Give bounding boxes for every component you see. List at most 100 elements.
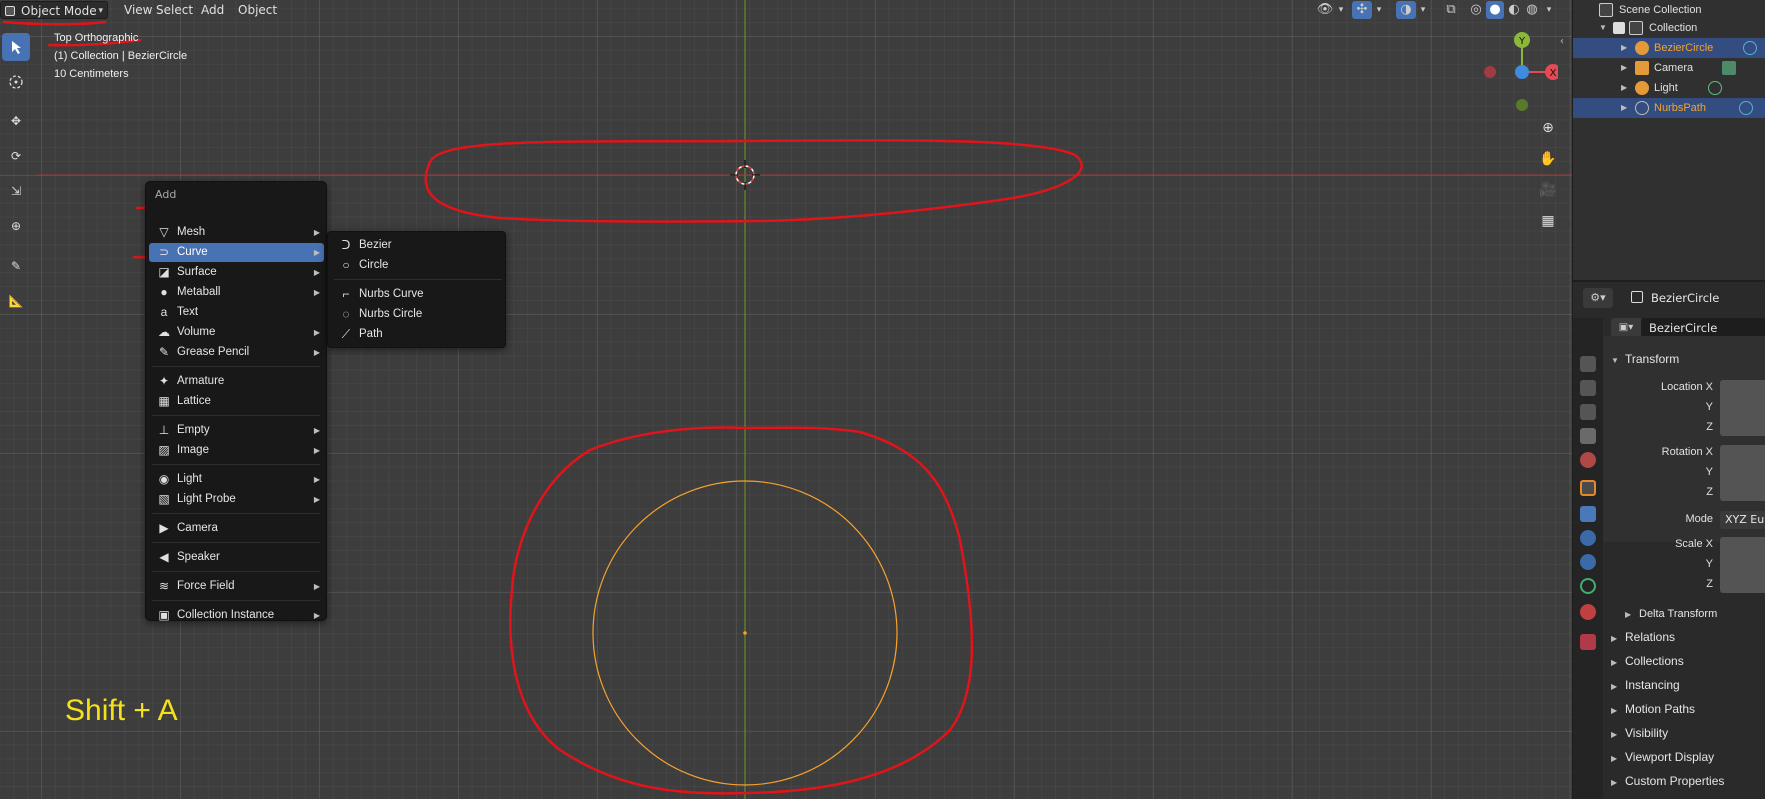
menu-select[interactable]: Select (151, 1, 198, 19)
scale-fields[interactable] (1720, 537, 1765, 593)
relations-section[interactable]: ▶ Relations (1611, 630, 1675, 644)
add-menu-item-empty[interactable]: ⊥ Empty ▶ (149, 421, 324, 440)
rotation-fields[interactable] (1720, 445, 1765, 501)
navigation-gizmo[interactable]: Y X (1478, 30, 1558, 120)
expand-arrow-icon[interactable]: ▶ (1621, 98, 1627, 118)
rotation-mode-dropdown[interactable]: XYZ Eul (1720, 511, 1765, 529)
add-menu-item-lattice[interactable]: ▦ Lattice (149, 392, 324, 411)
camera-view-icon[interactable]: 🎥 (1536, 178, 1560, 202)
add-menu-item-mesh[interactable]: ▽ Mesh ▶ (149, 223, 324, 242)
curve-submenu-item-nurbs-curve[interactable]: ⌐ Nurbs Curve (331, 285, 503, 304)
curve-submenu-item-nurbs-circle[interactable]: ◌ Nurbs Circle (331, 305, 503, 324)
rotate-tool-icon[interactable]: ⟳ (2, 142, 30, 170)
object-name-field[interactable]: BezierCircle (1641, 318, 1765, 338)
delta-transform-section[interactable]: ▶ Delta Transform (1625, 608, 1717, 620)
instancing-section[interactable]: ▶ Instancing (1611, 678, 1680, 692)
particles-tab-icon[interactable] (1580, 530, 1596, 546)
add-menu-item-grease-pencil[interactable]: ✎ Grease Pencil ▶ (149, 343, 324, 362)
datablock-browse-button[interactable]: ▣▾ (1611, 318, 1641, 338)
output-tab-icon[interactable] (1580, 380, 1596, 396)
modifier-tab-icon[interactable] (1580, 506, 1596, 522)
curve-submenu-item-path[interactable]: ⟋ Path (331, 325, 503, 344)
select-box-tool-icon[interactable] (2, 33, 30, 61)
expand-arrow-icon[interactable]: ▶ (1621, 78, 1627, 98)
transform-tool-icon[interactable]: ⊕ (2, 212, 30, 240)
transform-section-header[interactable]: ▼ Transform (1611, 352, 1679, 366)
move-tool-icon[interactable]: ✥ (2, 107, 30, 135)
outliner-collection[interactable]: ▼ Collection (1573, 18, 1765, 38)
add-menu-item-image[interactable]: ▨ Image ▶ (149, 441, 324, 460)
add-menu-item-speaker[interactable]: ◀ Speaker (149, 548, 324, 567)
gizmo-neg-x[interactable] (1484, 66, 1496, 78)
expand-arrow-icon[interactable]: ▶ (1621, 58, 1627, 78)
world-tab-icon[interactable] (1580, 452, 1596, 468)
add-menu-item-collection-instance[interactable]: ▣ Collection Instance ▶ (149, 606, 324, 625)
curve-submenu-item-bezier[interactable]: ᑐ Bezier (331, 236, 503, 255)
annotate-tool-icon[interactable]: ✎ (2, 252, 30, 280)
rendered-shading-icon[interactable]: ◍ (1524, 1, 1540, 19)
tool-tab-icon[interactable] (1580, 326, 1596, 342)
outliner-scene-collection[interactable]: Scene Collection (1573, 0, 1765, 20)
outliner-item-light[interactable]: ▶ Light (1573, 78, 1765, 98)
add-menu-item-camera[interactable]: ▶ Camera (149, 519, 324, 538)
expand-arrow-icon[interactable]: ▶ (1621, 38, 1627, 58)
gizmo-neg-y[interactable] (1516, 99, 1528, 111)
chevron-down-icon[interactable]: ▾ (1374, 1, 1384, 19)
viewport-display-section[interactable]: ▶ Viewport Display (1611, 750, 1714, 764)
object-tab-icon[interactable] (1580, 480, 1596, 496)
gizmo-z-axis[interactable] (1515, 65, 1529, 79)
material-tab-icon[interactable] (1580, 604, 1596, 620)
pan-hand-icon[interactable]: ✋ (1536, 147, 1560, 171)
add-menu-item-label: Surface (177, 266, 217, 278)
add-menu-item-metaball[interactable]: ● Metaball ▶ (149, 283, 324, 302)
add-menu-item-curve[interactable]: ⊃ Curve ▶ (149, 243, 324, 262)
measure-tool-icon[interactable]: 📐 (2, 287, 30, 315)
expand-arrow-icon[interactable]: ▼ (1599, 18, 1607, 38)
chevron-down-icon[interactable]: ▾ (1336, 1, 1346, 19)
scene-tab-icon[interactable] (1580, 428, 1596, 444)
object-mode-dropdown[interactable]: Object Mode ▾ (0, 1, 108, 19)
curve-data-tab-icon[interactable] (1580, 578, 1596, 594)
outliner-item-beziercircle[interactable]: ▶ BezierCircle (1573, 38, 1765, 58)
solid-shading-icon[interactable]: ● (1486, 1, 1504, 19)
physics-tab-icon[interactable] (1580, 554, 1596, 570)
perspective-grid-icon[interactable]: ▦ (1536, 209, 1560, 233)
editor-type-dropdown[interactable]: ⚙▾ (1583, 288, 1613, 308)
visibility-eye-icon[interactable]: 👁 (1316, 1, 1334, 19)
outliner-item-camera[interactable]: ▶ Camera (1573, 58, 1765, 78)
speaker-icon: ◀ (159, 550, 169, 564)
cursor-tool-icon[interactable] (2, 68, 30, 96)
add-menu-item-light-probe[interactable]: ▧ Light Probe ▶ (149, 490, 324, 509)
menu-object[interactable]: Object (233, 1, 282, 19)
gizmo-toggle-icon[interactable]: ✣ (1352, 1, 1372, 19)
chevron-down-icon[interactable]: ▾ (1544, 1, 1554, 19)
checkbox-icon[interactable] (1613, 22, 1625, 34)
zoom-icon[interactable]: ⊕ (1536, 116, 1560, 140)
view-layer-tab-icon[interactable] (1580, 404, 1596, 420)
collections-section[interactable]: ▶ Collections (1611, 654, 1684, 668)
texture-tab-icon[interactable] (1580, 634, 1596, 650)
overlays-toggle-icon[interactable]: ◑ (1396, 1, 1416, 19)
outliner-item-nurbspath[interactable]: ▶ NurbsPath (1573, 98, 1765, 118)
custom-properties-section[interactable]: ▶ Custom Properties (1611, 774, 1724, 788)
material-shading-icon[interactable]: ◐ (1506, 1, 1522, 19)
3d-viewport[interactable]: Object Mode ▾ View Select Add Object 👁 ▾… (0, 0, 1572, 799)
add-menu-item-surface[interactable]: ◪ Surface ▶ (149, 263, 324, 282)
xray-toggle-icon[interactable]: ⧉ (1443, 1, 1459, 19)
visibility-section[interactable]: ▶ Visibility (1611, 726, 1668, 740)
add-menu-item-force-field[interactable]: ≋ Force Field ▶ (149, 577, 324, 596)
location-fields[interactable] (1720, 380, 1765, 436)
wireframe-shading-icon[interactable]: ◎ (1468, 1, 1484, 19)
scale-tool-icon[interactable]: ⇲ (2, 177, 30, 205)
menu-add[interactable]: Add (196, 1, 229, 19)
sidebar-toggle-icon[interactable]: ‹ (1560, 36, 1564, 47)
motion-paths-section[interactable]: ▶ Motion Paths (1611, 702, 1695, 716)
chevron-down-icon[interactable]: ▾ (1418, 1, 1428, 19)
render-tab-icon[interactable] (1580, 356, 1596, 372)
curve-submenu-item-circle[interactable]: ○ Circle (331, 256, 503, 275)
add-menu-item-text[interactable]: a Text (149, 303, 324, 322)
add-menu-item-volume[interactable]: ☁ Volume ▶ (149, 323, 324, 342)
add-menu-item-light[interactable]: ◉ Light ▶ (149, 470, 324, 489)
add-menu-item-label: Speaker (177, 551, 220, 563)
add-menu-item-armature[interactable]: ✦ Armature (149, 372, 324, 391)
